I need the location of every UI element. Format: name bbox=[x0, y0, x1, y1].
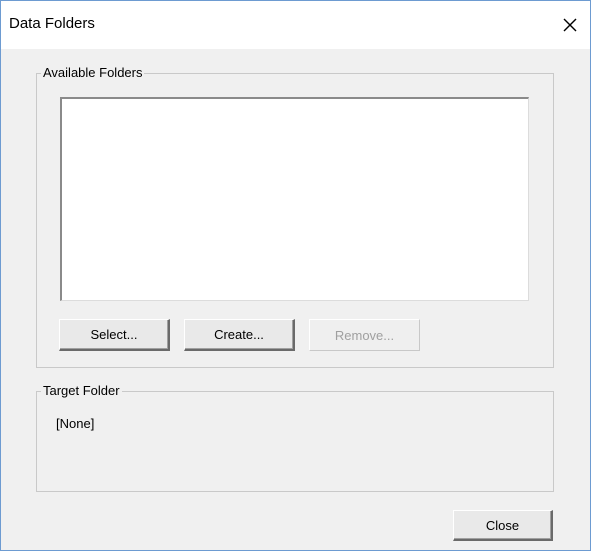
available-folders-list[interactable] bbox=[60, 97, 529, 301]
available-folders-group: Available Folders Select... Create... Re… bbox=[36, 65, 554, 368]
dialog-window: Data Folders Available Folders Select...… bbox=[0, 0, 591, 551]
select-button[interactable]: Select... bbox=[59, 319, 170, 351]
window-title: Data Folders bbox=[9, 15, 95, 32]
title-bar[interactable]: Data Folders bbox=[1, 1, 590, 49]
window-close-button[interactable] bbox=[550, 1, 590, 49]
close-icon bbox=[563, 18, 577, 32]
target-folder-value: [None] bbox=[56, 416, 95, 431]
close-button[interactable]: Close bbox=[453, 510, 553, 541]
available-folders-legend: Available Folders bbox=[41, 65, 145, 81]
target-folder-legend: Target Folder bbox=[41, 383, 122, 399]
target-folder-group: Target Folder [None] bbox=[36, 383, 554, 492]
create-button[interactable]: Create... bbox=[184, 319, 295, 351]
remove-button: Remove... bbox=[309, 319, 420, 351]
